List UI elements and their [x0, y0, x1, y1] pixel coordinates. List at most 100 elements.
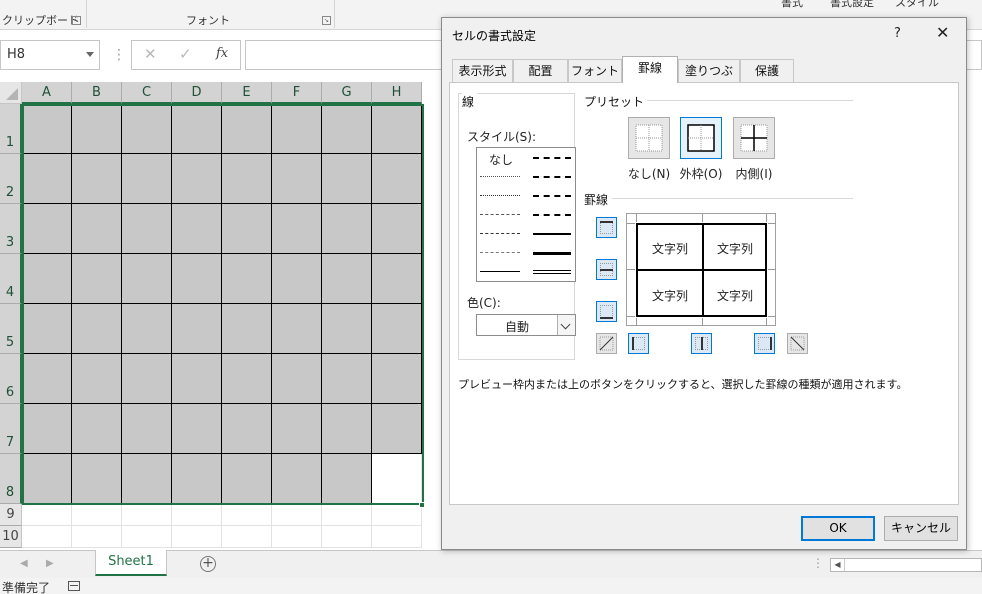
- line-style-dotted[interactable]: [480, 195, 520, 196]
- cell-d8[interactable]: [172, 454, 222, 504]
- row-header-10[interactable]: 10: [0, 526, 22, 548]
- column-header-e[interactable]: E: [222, 82, 272, 104]
- horizontal-scrollbar[interactable]: ◀: [830, 558, 982, 572]
- cell-a4[interactable]: [22, 254, 72, 304]
- cell-e7[interactable]: [222, 404, 272, 454]
- line-style-list[interactable]: なし: [476, 147, 576, 282]
- preset-none-button[interactable]: [628, 117, 670, 159]
- prev-sheet-icon[interactable]: ◀: [20, 558, 28, 569]
- line-style-medium-dashed[interactable]: [533, 214, 571, 216]
- cell-e6[interactable]: [222, 354, 272, 404]
- select-all-corner[interactable]: [0, 82, 22, 104]
- cell-h2[interactable]: [372, 154, 422, 204]
- row-header-1[interactable]: 1: [0, 104, 22, 154]
- line-style-slant-dash-dot[interactable]: [533, 176, 571, 178]
- cell-f10[interactable]: [272, 526, 322, 548]
- worksheet-grid[interactable]: ABCDEFGH 1 2 3 4 5 6 7 8 9 10: [0, 82, 441, 550]
- close-icon[interactable]: ✕: [936, 23, 949, 42]
- cell-d1[interactable]: [172, 104, 222, 154]
- column-header-h[interactable]: H: [372, 82, 422, 104]
- line-style-dash-dot-dot[interactable]: [480, 214, 520, 215]
- cell-g10[interactable]: [322, 526, 372, 548]
- cell-f7[interactable]: [272, 404, 322, 454]
- border-right-button[interactable]: [754, 333, 775, 354]
- cell-h3[interactable]: [372, 204, 422, 254]
- column-header-d[interactable]: D: [172, 82, 222, 104]
- name-box[interactable]: H8: [0, 40, 100, 70]
- cell-h8[interactable]: [372, 454, 422, 504]
- cell-e3[interactable]: [222, 204, 272, 254]
- cell-b10[interactable]: [72, 526, 122, 548]
- cell-e8[interactable]: [222, 454, 272, 504]
- cell-b3[interactable]: [72, 204, 122, 254]
- row-header-5[interactable]: 5: [0, 304, 22, 354]
- cell-f5[interactable]: [272, 304, 322, 354]
- cell-f4[interactable]: [272, 254, 322, 304]
- cell-h4[interactable]: [372, 254, 422, 304]
- cancel-icon[interactable]: ✕: [144, 45, 157, 63]
- cell-c4[interactable]: [122, 254, 172, 304]
- cell-c5[interactable]: [122, 304, 172, 354]
- cell-g7[interactable]: [322, 404, 372, 454]
- cell-d9[interactable]: [172, 504, 222, 526]
- row-header-7[interactable]: 7: [0, 404, 22, 454]
- cell-g6[interactable]: [322, 354, 372, 404]
- row-header-9[interactable]: 9: [0, 504, 22, 526]
- cell-a9[interactable]: [22, 504, 72, 526]
- cell-h5[interactable]: [372, 304, 422, 354]
- cell-b2[interactable]: [72, 154, 122, 204]
- cell-a10[interactable]: [22, 526, 72, 548]
- tab-border[interactable]: 罫線: [622, 56, 678, 83]
- line-style-thick[interactable]: [533, 252, 571, 255]
- ok-button[interactable]: OK: [801, 516, 875, 541]
- cell-g5[interactable]: [322, 304, 372, 354]
- cell-b1[interactable]: [72, 104, 122, 154]
- cell-c8[interactable]: [122, 454, 172, 504]
- cell-g8[interactable]: [322, 454, 372, 504]
- help-icon[interactable]: ?: [894, 26, 901, 41]
- cell-a7[interactable]: [22, 404, 72, 454]
- cell-c3[interactable]: [122, 204, 172, 254]
- cell-b6[interactable]: [72, 354, 122, 404]
- insert-function-icon[interactable]: fx: [216, 46, 228, 61]
- cell-e5[interactable]: [222, 304, 272, 354]
- cell-c9[interactable]: [122, 504, 172, 526]
- cell-f2[interactable]: [272, 154, 322, 204]
- line-style-thin[interactable]: [480, 271, 520, 272]
- column-header-c[interactable]: C: [122, 82, 172, 104]
- tab-fill[interactable]: 塗りつぶし: [678, 59, 740, 100]
- border-top-button[interactable]: [596, 217, 617, 238]
- cell-d5[interactable]: [172, 304, 222, 354]
- preset-inside-button[interactable]: [733, 117, 775, 159]
- cell-d10[interactable]: [172, 526, 222, 548]
- cell-d3[interactable]: [172, 204, 222, 254]
- border-inside-horizontal-button[interactable]: [596, 259, 617, 280]
- cell-h1[interactable]: [372, 104, 422, 154]
- cell-a1[interactable]: [22, 104, 72, 154]
- cell-g9[interactable]: [322, 504, 372, 526]
- cell-b7[interactable]: [72, 404, 122, 454]
- preset-none-label[interactable]: なし(N): [624, 165, 674, 182]
- column-header-f[interactable]: F: [272, 82, 322, 104]
- row-header-3[interactable]: 3: [0, 204, 22, 254]
- cell-a6[interactable]: [22, 354, 72, 404]
- cell-c2[interactable]: [122, 154, 172, 204]
- sheet-tab-sheet1[interactable]: Sheet1: [95, 550, 167, 576]
- line-style-hair[interactable]: [480, 176, 520, 177]
- line-style-double[interactable]: [533, 270, 571, 274]
- cell-e1[interactable]: [222, 104, 272, 154]
- cell-f6[interactable]: [272, 354, 322, 404]
- cell-g4[interactable]: [322, 254, 372, 304]
- cell-b8[interactable]: [72, 454, 122, 504]
- cell-b5[interactable]: [72, 304, 122, 354]
- cell-h10[interactable]: [372, 526, 422, 548]
- cell-c6[interactable]: [122, 354, 172, 404]
- tab-alignment[interactable]: 配置: [513, 59, 568, 82]
- font-launcher-icon[interactable]: ↘: [322, 16, 331, 25]
- scroll-left-icon[interactable]: ◀: [831, 559, 845, 571]
- cell-f9[interactable]: [272, 504, 322, 526]
- line-style-medium[interactable]: [533, 233, 571, 235]
- cell-f3[interactable]: [272, 204, 322, 254]
- color-select[interactable]: 自動: [476, 314, 576, 336]
- cell-c1[interactable]: [122, 104, 172, 154]
